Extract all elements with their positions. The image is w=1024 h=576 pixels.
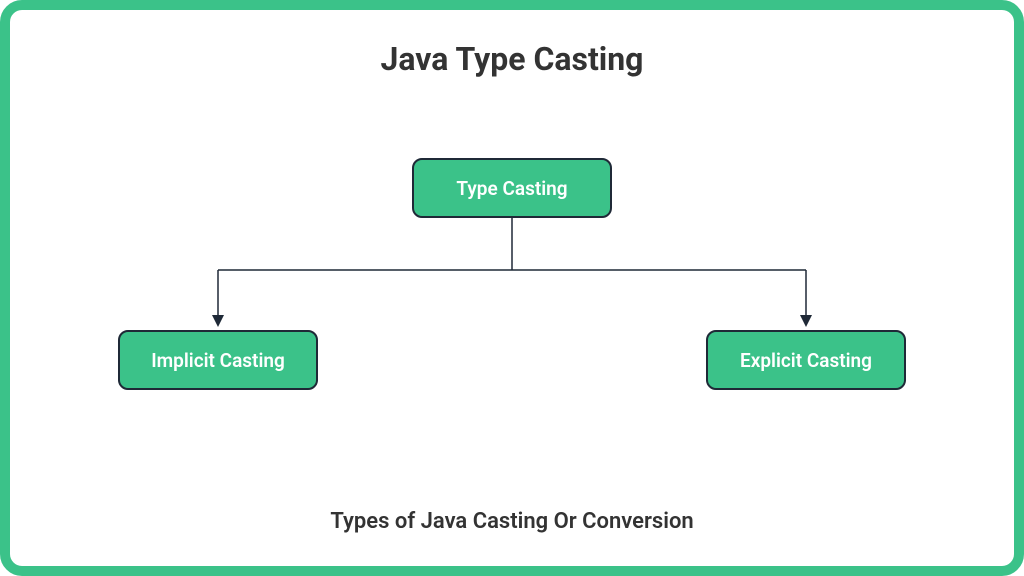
node-type-casting: Type Casting xyxy=(412,158,612,218)
node-label: Implicit Casting xyxy=(151,349,285,372)
node-implicit-casting: Implicit Casting xyxy=(118,330,318,390)
node-explicit-casting: Explicit Casting xyxy=(706,330,906,390)
diagram-caption: Types of Java Casting Or Conversion xyxy=(10,509,1014,534)
page-title: Java Type Casting xyxy=(10,40,1014,78)
node-label: Explicit Casting xyxy=(740,349,872,372)
node-label: Type Casting xyxy=(456,177,567,200)
connector-lines xyxy=(10,10,1014,566)
diagram-frame: Java Type Casting Type Casting Implicit … xyxy=(0,0,1024,576)
